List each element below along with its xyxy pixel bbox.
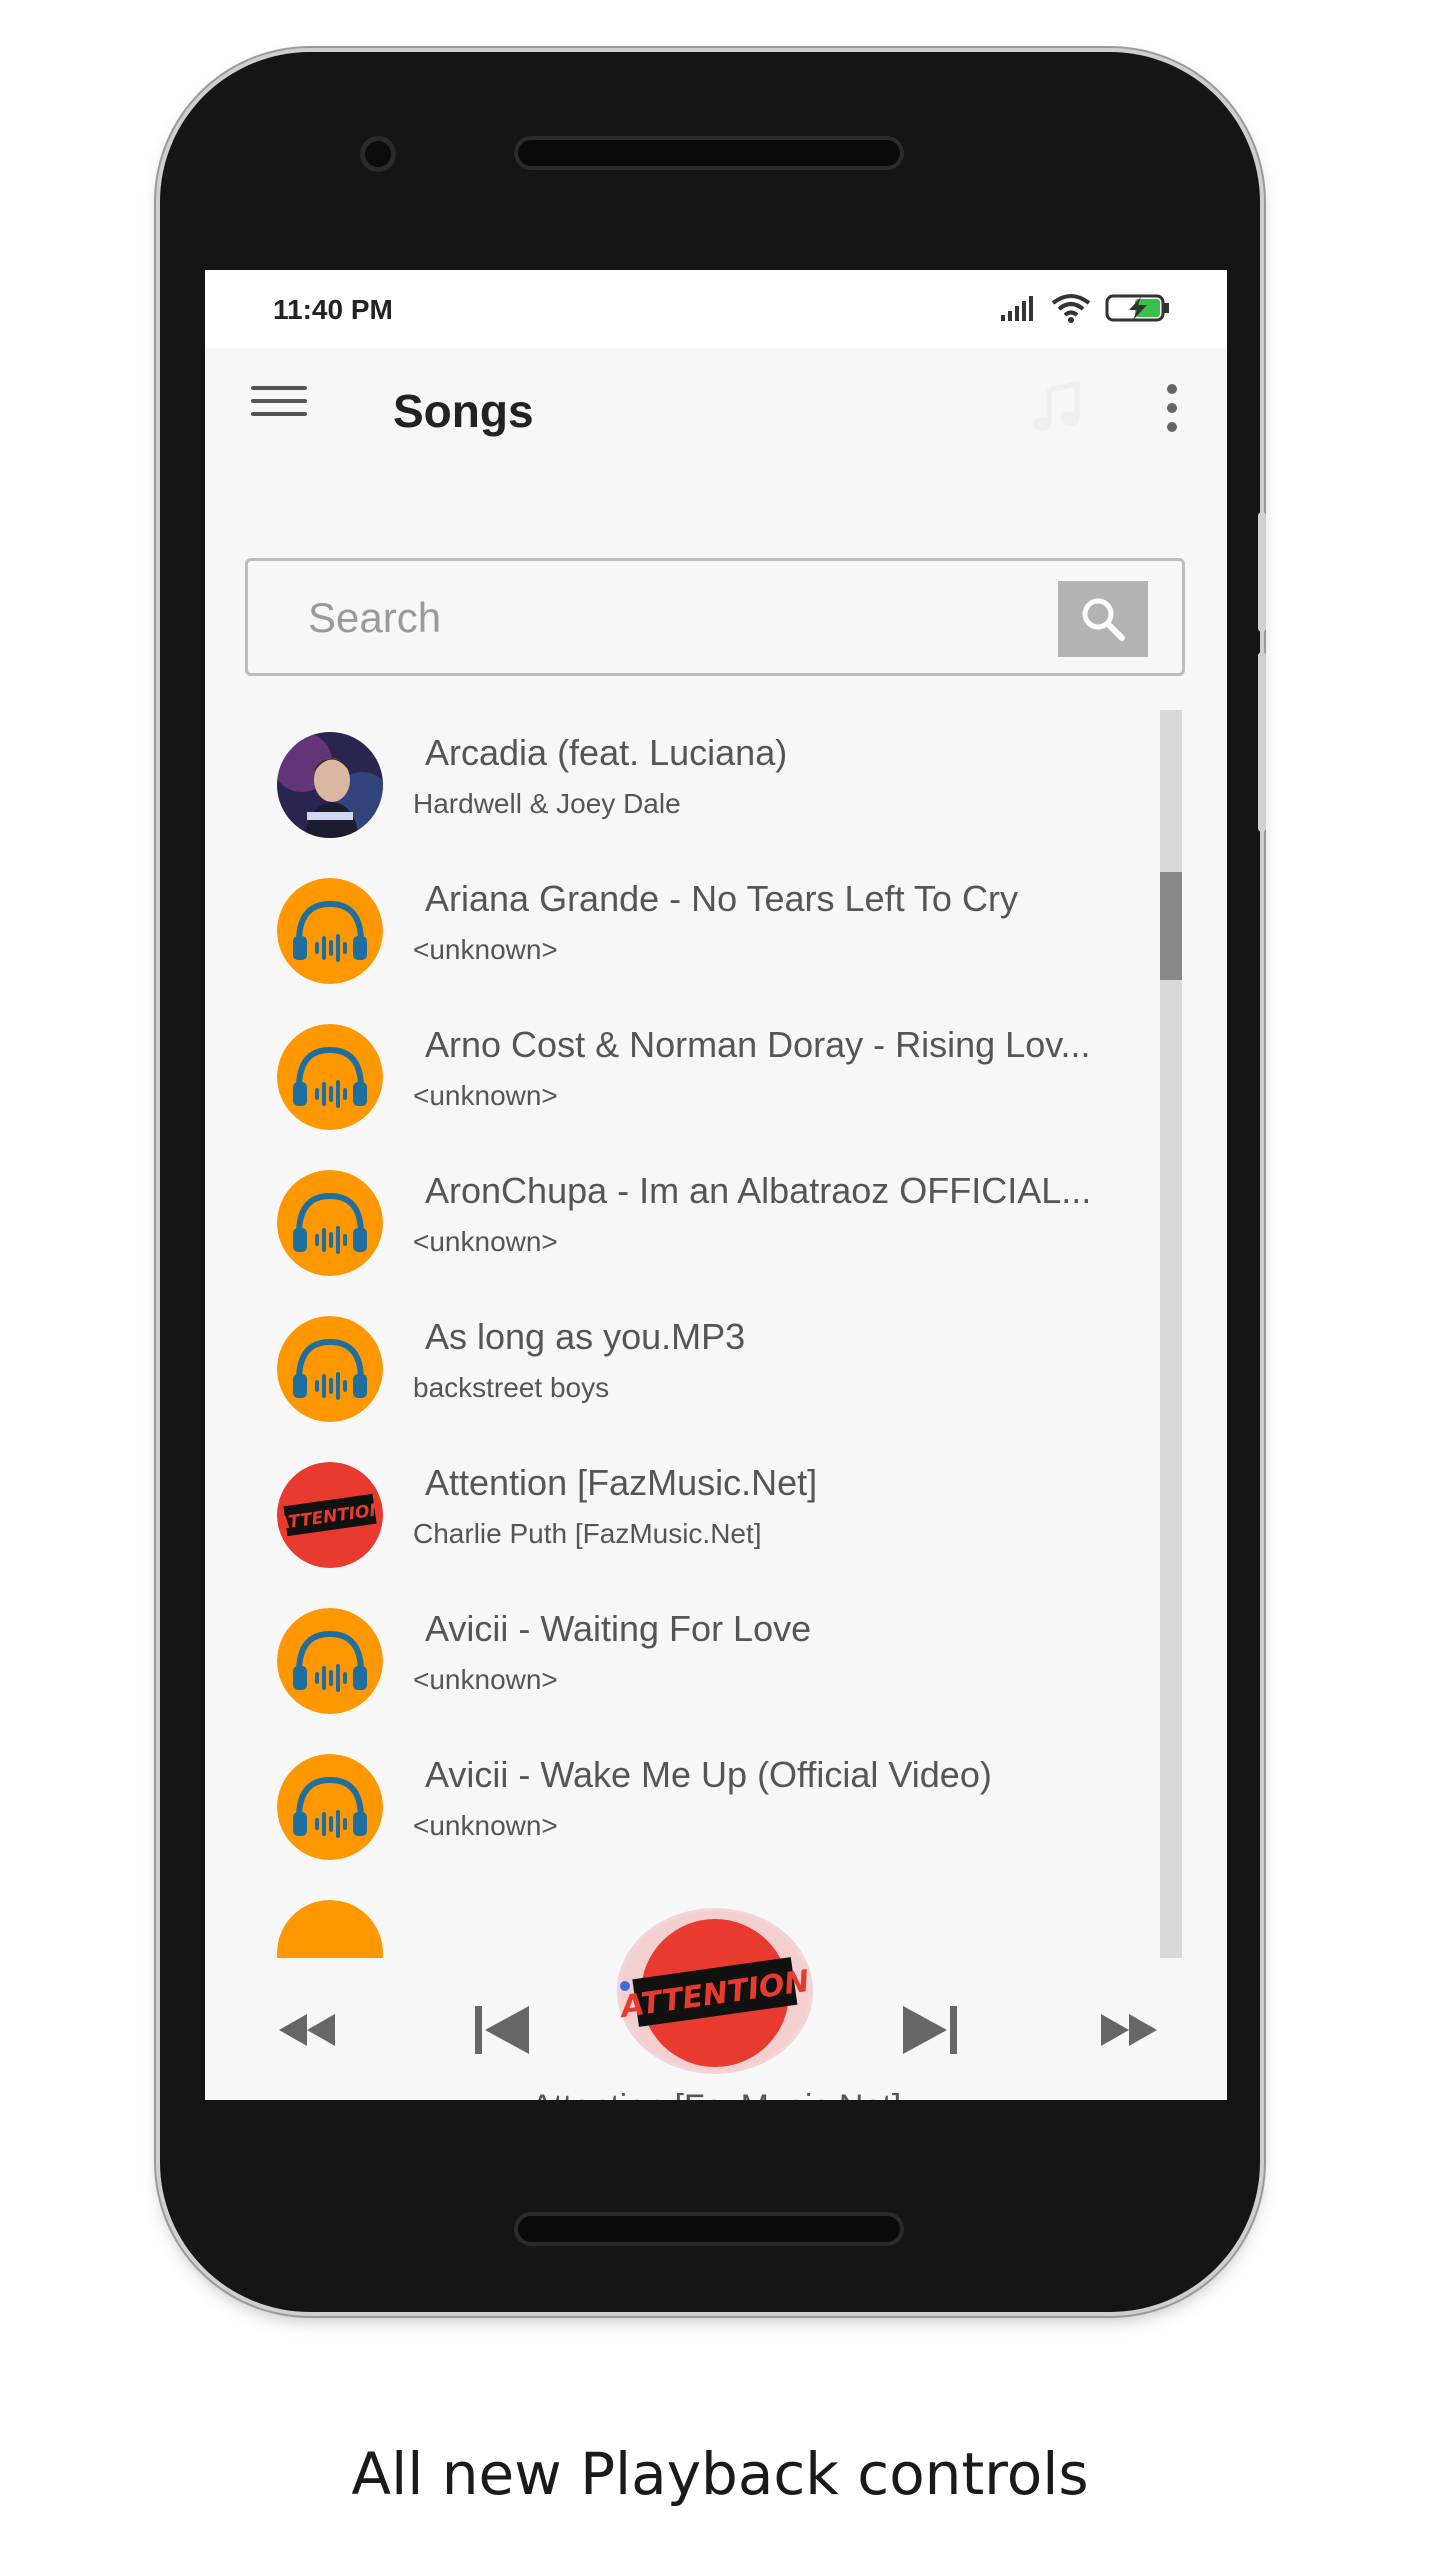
wifi-icon <box>1051 294 1091 323</box>
song-row[interactable]: Avicii - Waiting For Love <unknown> <box>205 1586 1145 1736</box>
skip-next-icon[interactable] <box>895 2000 965 2060</box>
song-list: Arcadia (feat. Luciana) Hardwell & Joey … <box>205 710 1145 1958</box>
song-artist: Hardwell & Joey Dale <box>413 788 681 819</box>
song-artist: backstreet boys <box>413 1372 610 1403</box>
rewind-icon[interactable] <box>273 2000 343 2060</box>
album-art: ATTENTION <box>277 1462 383 1568</box>
search-input[interactable] <box>306 585 1010 651</box>
headphones-icon <box>277 1754 383 1860</box>
song-title: Avicii - Wake Me Up (Official Video) <box>425 1754 992 1795</box>
song-artist: <unknown> <box>413 1810 558 1841</box>
scrollbar-thumb[interactable] <box>1160 872 1182 980</box>
song-artist: Charlie Puth [FazMusic.Net] <box>413 1518 762 1549</box>
song-title: Attention [FazMusic.Net] <box>425 1462 818 1503</box>
search-box <box>245 558 1185 676</box>
status-bar: 11:40 PM <box>205 270 1227 348</box>
more-options-icon[interactable] <box>1167 384 1179 432</box>
search-button[interactable] <box>1058 581 1148 657</box>
album-art <box>277 732 383 838</box>
battery-charging-icon <box>1105 294 1169 322</box>
song-artist: <unknown> <box>413 934 558 965</box>
song-row[interactable]: Arcadia (feat. Luciana) Hardwell & Joey … <box>205 710 1145 860</box>
song-row[interactable]: Ariana Grande - No Tears Left To Cry <un… <box>205 856 1145 1006</box>
headphones-icon <box>277 1316 383 1422</box>
song-artist: <unknown> <box>413 1664 558 1695</box>
headphones-icon <box>277 1170 383 1276</box>
song-row[interactable]: Avicii - Wake Me Up (Official Video) <un… <box>205 1732 1145 1882</box>
app-bar: Songs <box>205 348 1227 478</box>
song-title: Arno Cost & Norman Doray - Rising Lov... <box>425 1024 1091 1065</box>
power-button <box>1258 512 1266 632</box>
fast-forward-icon[interactable] <box>1093 2000 1163 2060</box>
top-speaker <box>514 136 904 170</box>
status-time: 11:40 PM <box>273 294 393 325</box>
menu-icon[interactable] <box>251 386 307 426</box>
signal-icon <box>1001 296 1033 321</box>
song-title: Arcadia (feat. Luciana) <box>425 732 788 773</box>
song-title: Ariana Grande - No Tears Left To Cry <box>425 878 1018 919</box>
scrollbar[interactable] <box>1160 710 1182 1958</box>
song-row[interactable]: As long as you.MP3 backstreet boys <box>205 1294 1145 1444</box>
song-artist: <unknown> <box>413 1080 558 1111</box>
song-title: Avicii - Waiting For Love <box>425 1608 812 1649</box>
song-title: As long as you.MP3 <box>425 1316 746 1357</box>
skip-previous-icon[interactable] <box>467 2000 537 2060</box>
status-icons <box>1001 292 1171 324</box>
headphones-icon <box>277 1900 383 1958</box>
headphones-icon <box>277 1608 383 1714</box>
volume-button <box>1258 652 1266 832</box>
song-row[interactable]: AronChupa - Im an Albatraoz OFFICIAL... … <box>205 1148 1145 1298</box>
now-playing-art[interactable]: ATTENTION <box>617 1908 813 2074</box>
song-artist: <unknown> <box>413 1226 558 1257</box>
song-row[interactable]: Arno Cost & Norman Doray - Rising Lov...… <box>205 1002 1145 1152</box>
music-note-icon[interactable] <box>1027 378 1087 438</box>
now-playing-title: Attention [FazMusic.Net] <box>205 2088 1227 2100</box>
promo-caption: All new Playback controls <box>351 2440 1089 2508</box>
page-title: Songs <box>393 385 534 437</box>
headphones-icon <box>277 1024 383 1130</box>
front-camera <box>360 136 396 172</box>
headphones-icon <box>277 878 383 984</box>
song-title: AronChupa - Im an Albatraoz OFFICIAL... <box>425 1170 1092 1211</box>
phone-frame: 11:40 PM Songs Search Arcadia (feat. Luc… <box>160 52 1266 2312</box>
app-screen: 11:40 PM Songs Search Arcadia (feat. Luc… <box>205 270 1227 2100</box>
song-row[interactable]: ATTENTION Attention [FazMusic.Net] Charl… <box>205 1440 1145 1590</box>
bottom-speaker <box>514 2212 904 2246</box>
search-icon <box>1082 598 1125 641</box>
